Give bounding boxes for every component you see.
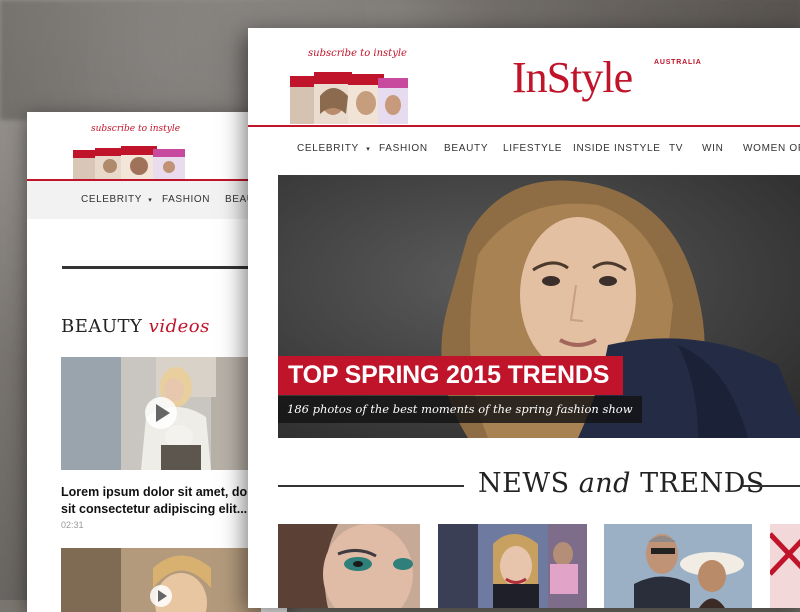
instyle-logo[interactable]: InStyle <box>512 52 633 103</box>
desktop-main-nav: CELEBRITY ▾ FASHION BEAUTY LIFESTYLE INS… <box>248 127 800 173</box>
news-tile-1[interactable] <box>278 524 420 608</box>
video-thumbnail[interactable] <box>61 357 261 470</box>
video-caption[interactable]: Lorem ipsum dolor sit amet, dolor sit co… <box>61 484 266 518</box>
video-duration: 02:31 <box>61 520 84 530</box>
section-rule-right <box>743 485 800 487</box>
play-icon[interactable] <box>145 397 177 429</box>
nav-item-fashion[interactable]: FASHION <box>162 194 210 205</box>
logo-region-label: AUSTRALIA <box>654 59 702 66</box>
nav-item-beauty[interactable]: BEAUTY <box>444 143 488 154</box>
section-title-a: NEWS <box>478 468 570 499</box>
section-title: NEWS and TRENDS <box>478 468 765 499</box>
magazine-covers-image[interactable] <box>290 72 410 124</box>
desktop-screen: subscribe to instyle InStyle AUSTRALIA C… <box>248 28 800 608</box>
nav-item-inside-instyle[interactable]: INSIDE INSTYLE <box>573 143 661 154</box>
hero-subtitle: 186 photos of the best moments of the sp… <box>278 396 642 423</box>
nav-item-win[interactable]: WIN <box>702 143 724 154</box>
nav-item-lifestyle[interactable]: LIFESTYLE <box>503 143 562 154</box>
hero-title[interactable]: TOP SPRING 2015 TRENDS <box>278 356 624 395</box>
section-title-em: videos <box>148 316 210 337</box>
nav-item-celebrity[interactable]: CELEBRITY ▾ <box>81 194 152 205</box>
news-tile-3[interactable] <box>604 524 752 608</box>
news-tile-2[interactable] <box>438 524 587 608</box>
nav-item-celebrity-label: CELEBRITY <box>297 143 359 154</box>
subscribe-link[interactable]: subscribe to instyle <box>308 48 407 59</box>
nav-item-tv[interactable]: TV <box>669 143 683 154</box>
section-divider <box>62 266 262 269</box>
nav-item-fashion[interactable]: FASHION <box>379 143 428 154</box>
subscribe-link[interactable]: subscribe to instyle <box>91 124 180 134</box>
caret-down-icon: ▾ <box>148 197 153 204</box>
news-tile-4[interactable] <box>770 524 800 608</box>
nav-item-celebrity-label: CELEBRITY <box>81 194 142 205</box>
section-title-main: BEAUTY <box>61 316 143 337</box>
section-title-b: TRENDS <box>640 468 765 499</box>
nav-item-celebrity[interactable]: CELEBRITY ▾ <box>297 143 370 154</box>
section-title: BEAUTY videos <box>61 316 210 337</box>
section-title-em: and <box>578 468 631 499</box>
video-thumbnail-2[interactable] <box>61 548 261 612</box>
nav-item-women-of[interactable]: WOMEN OF <box>743 143 800 154</box>
caret-down-icon: ▾ <box>366 146 371 153</box>
magazine-covers-image[interactable] <box>73 146 191 180</box>
section-rule-left <box>278 485 464 487</box>
